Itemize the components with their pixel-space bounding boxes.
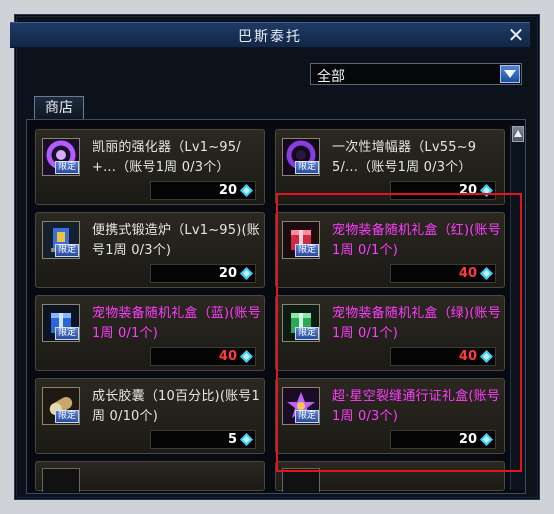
item-name: 凯丽的强化器（Lv1~95/+...（账号1周 0/3个） bbox=[92, 140, 241, 175]
price-box: 40 bbox=[390, 264, 496, 283]
cera-gem-icon bbox=[240, 433, 253, 446]
item-name: 便携式锻造炉（Lv1~95)(账号1周 0/3个) bbox=[92, 223, 260, 258]
shop-item[interactable]: 限定 宠物装备随机礼盒（绿)(账号1周 0/1个) 40 bbox=[275, 295, 505, 371]
close-button[interactable]: ✕ bbox=[505, 24, 527, 46]
item-price: 40 bbox=[458, 266, 477, 281]
item-icon-slot bbox=[282, 468, 320, 492]
blue-giftbox-icon: 限定 bbox=[42, 304, 80, 342]
item-price: 20 bbox=[218, 183, 237, 198]
shop-item-partial[interactable] bbox=[35, 461, 265, 492]
close-icon: ✕ bbox=[507, 23, 525, 47]
green-giftbox-icon: 限定 bbox=[282, 304, 320, 342]
purple-orb-icon: 限定 bbox=[42, 138, 80, 176]
price-box: 20 bbox=[150, 181, 256, 200]
limited-badge: 限定 bbox=[295, 161, 319, 174]
cera-gem-icon bbox=[240, 267, 253, 280]
price-box: 20 bbox=[390, 181, 496, 200]
cera-gem-icon bbox=[240, 184, 253, 197]
item-price: 20 bbox=[218, 266, 237, 281]
dark-orb-icon: 限定 bbox=[282, 138, 320, 176]
item-name: 宠物装备随机礼盒（蓝)(账号1周 0/1个) bbox=[92, 306, 261, 341]
category-dropdown-value: 全部 bbox=[317, 69, 345, 85]
shop-item[interactable]: 限定 宠物装备随机礼盒（红)(账号1周 0/1个) 40 bbox=[275, 212, 505, 288]
price-box: 20 bbox=[150, 264, 256, 283]
cera-gem-icon bbox=[480, 350, 493, 363]
price-box: 40 bbox=[390, 347, 496, 366]
cera-gem-icon bbox=[480, 184, 493, 197]
red-giftbox-icon: 限定 bbox=[282, 221, 320, 259]
shop-item[interactable]: 限定 凯丽的强化器（Lv1~95/+...（账号1周 0/3个） 20 bbox=[35, 129, 265, 205]
item-name: 一次性增幅器（Lv55~95/...（账号1周 0/3个） bbox=[332, 140, 477, 175]
scroll-up-button[interactable] bbox=[512, 126, 524, 142]
item-icon-slot bbox=[42, 468, 80, 492]
window-title: 巴斯泰托 bbox=[238, 29, 302, 45]
limited-badge: 限定 bbox=[295, 327, 319, 340]
limited-badge: 限定 bbox=[295, 244, 319, 257]
item-price: 20 bbox=[458, 432, 477, 447]
item-name: 宠物装备随机礼盒（绿)(账号1周 0/1个) bbox=[332, 306, 501, 341]
limited-badge: 限定 bbox=[295, 410, 319, 423]
limited-badge: 限定 bbox=[55, 161, 79, 174]
tab-shop[interactable]: 商店 bbox=[34, 96, 84, 120]
price-box: 5 bbox=[150, 430, 256, 449]
cera-gem-icon bbox=[240, 350, 253, 363]
limited-badge: 限定 bbox=[55, 327, 79, 340]
forge-icon: 限定 bbox=[42, 221, 80, 259]
shop-item[interactable]: 限定 宠物装备随机礼盒（蓝)(账号1周 0/1个) 40 bbox=[35, 295, 265, 371]
shop-item[interactable]: 限定 一次性增幅器（Lv55~95/...（账号1周 0/3个） 20 bbox=[275, 129, 505, 205]
item-price: 5 bbox=[227, 432, 237, 447]
item-name: 成长胶囊（10百分比)(账号1周 0/10个) bbox=[92, 389, 260, 424]
item-price: 40 bbox=[458, 349, 477, 364]
limited-badge: 限定 bbox=[55, 244, 79, 257]
item-price: 40 bbox=[218, 349, 237, 364]
cera-gem-icon bbox=[480, 433, 493, 446]
item-price: 20 bbox=[458, 183, 477, 198]
item-name: 超·星空裂缝通行证礼盒(账号1周 0/3个) bbox=[332, 389, 501, 424]
cera-gem-icon bbox=[480, 267, 493, 280]
category-dropdown[interactable]: 全部 bbox=[310, 63, 522, 85]
shop-item[interactable]: 限定 便携式锻造炉（Lv1~95)(账号1周 0/3个) 20 bbox=[35, 212, 265, 288]
item-name: 宠物装备随机礼盒（红)(账号1周 0/1个) bbox=[332, 223, 501, 258]
limited-badge: 限定 bbox=[55, 410, 79, 423]
scrollbar[interactable] bbox=[510, 126, 525, 490]
shop-item-partial[interactable] bbox=[275, 461, 505, 492]
price-box: 20 bbox=[390, 430, 496, 449]
title-bar[interactable]: 巴斯泰托 ✕ bbox=[10, 22, 530, 48]
shop-item[interactable]: 限定 成长胶囊（10百分比)(账号1周 0/10个) 5 bbox=[35, 378, 265, 454]
price-box: 40 bbox=[150, 347, 256, 366]
capsule-icon: 限定 bbox=[42, 387, 80, 425]
shop-item[interactable]: 限定 超·星空裂缝通行证礼盒(账号1周 0/3个) 20 bbox=[275, 378, 505, 454]
star-pass-icon: 限定 bbox=[282, 387, 320, 425]
chevron-down-icon[interactable] bbox=[500, 65, 520, 83]
